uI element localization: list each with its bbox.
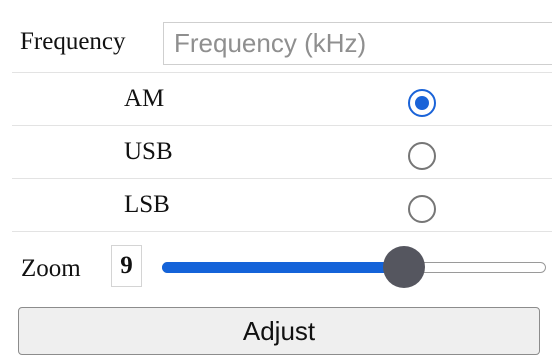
- mode-label-am: AM: [124, 85, 165, 112]
- zoom-slider[interactable]: [162, 246, 546, 288]
- zoom-slider-thumb[interactable]: [383, 246, 425, 288]
- mode-row-am[interactable]: AM: [12, 72, 552, 125]
- mode-label-usb: USB: [124, 138, 173, 165]
- zoom-row: Zoom 9: [12, 231, 552, 303]
- frequency-label: Frequency: [20, 28, 126, 55]
- zoom-slider-fill: [162, 262, 404, 273]
- mode-row-lsb[interactable]: LSB: [12, 178, 552, 231]
- adjust-button[interactable]: Adjust: [18, 307, 540, 355]
- frequency-input[interactable]: [163, 22, 552, 65]
- zoom-value: 9: [111, 245, 142, 287]
- radio-am[interactable]: [408, 89, 436, 117]
- radio-lsb[interactable]: [408, 195, 436, 223]
- radio-usb[interactable]: [408, 142, 436, 170]
- mode-label-lsb: LSB: [124, 191, 170, 218]
- frequency-row: Frequency: [12, 12, 552, 70]
- mode-row-usb[interactable]: USB: [12, 125, 552, 178]
- zoom-label: Zoom: [21, 255, 81, 282]
